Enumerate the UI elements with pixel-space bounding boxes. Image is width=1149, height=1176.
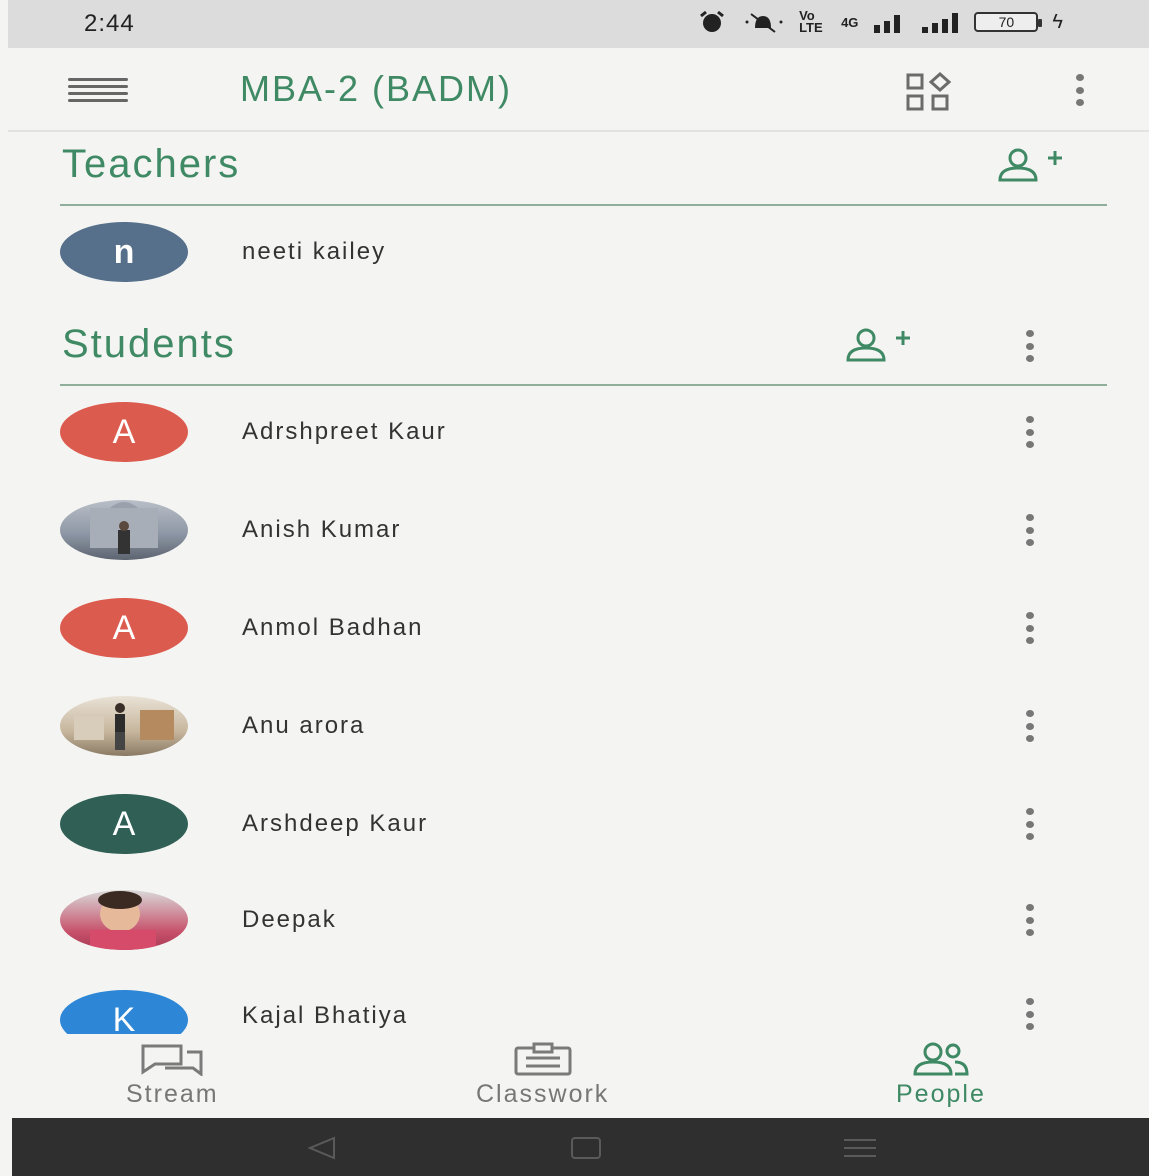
status-time: 2:44 [84,10,135,37]
battery-level: 70 [998,14,1015,30]
avatar-initial: K [112,1000,136,1035]
avatar: A [60,402,188,462]
students-more-icon[interactable] [1022,330,1038,362]
profile-photo-icon [90,502,158,554]
student-name: Arshdeep Kaur [242,810,429,837]
avatar-photo [60,500,188,560]
student-name: Deepak [242,906,337,933]
alarm-icon [700,10,724,32]
status-icons: Vo LTE 4G 70 ϟ [697,8,1063,35]
menu-icon[interactable] [68,78,128,102]
avatar-initial: n [113,232,135,271]
mute-icon [745,13,783,33]
signal-icon-2 [922,13,959,33]
student-more-icon[interactable] [1022,904,1038,936]
back-icon[interactable] [302,1134,342,1162]
tab-people[interactable]: People [896,1042,986,1109]
avatar-initial: A [112,608,136,647]
more-options-icon[interactable] [1072,74,1088,106]
list-item[interactable]: Deepak [60,884,1060,960]
tab-people-label: People [896,1080,986,1108]
students-title: Students [62,322,236,366]
list-item[interactable]: A Arshdeep Kaur [60,788,1060,864]
app-bar: MBA-2 (BADM) [8,48,1149,132]
avatar-initial: A [112,804,136,843]
signal-icon-1 [874,15,901,33]
stream-icon [141,1044,203,1076]
avatar: A [60,794,188,854]
home-icon[interactable] [566,1134,606,1162]
student-more-icon[interactable] [1022,998,1038,1030]
avatar: n [60,222,188,282]
student-name: Anmol Badhan [242,614,424,641]
students-header: Students [60,316,1107,386]
invite-teacher-icon[interactable] [992,146,1068,186]
teacher-row[interactable]: n neeti kailey [60,216,1060,292]
student-more-icon[interactable] [1022,416,1038,448]
class-apps-icon[interactable] [896,72,960,112]
avatar-photo [60,696,188,756]
list-item[interactable]: K Kajal Bhatiya [60,984,1060,1034]
list-item[interactable]: Anish Kumar [60,494,1060,570]
avatar-photo [60,890,188,950]
tab-classwork[interactable]: Classwork [476,1042,609,1109]
avatar-initial: A [112,412,136,451]
student-more-icon[interactable] [1022,514,1038,546]
teachers-header: Teachers [60,136,1107,206]
charging-icon: ϟ [1052,10,1063,33]
status-bar: 2:44 Vo LTE 4G 70 ϟ [8,0,1149,48]
tab-stream[interactable]: Stream [126,1042,219,1109]
invite-student-icon[interactable] [840,326,916,366]
battery-icon: 70 [974,12,1043,32]
list-item[interactable]: Anu arora [60,690,1060,766]
tab-classwork-label: Classwork [476,1080,610,1108]
avatar: A [60,598,188,658]
teachers-title: Teachers [62,142,241,186]
people-icon [913,1042,969,1076]
student-name: Anish Kumar [242,516,402,543]
bottom-navigation: Stream Classwork People [8,1034,1149,1118]
teacher-name: neeti kailey [242,238,387,265]
list-item[interactable]: A Anmol Badhan [60,592,1060,668]
volte-label: Vo LTE [799,8,823,35]
avatar: K [60,990,188,1034]
student-more-icon[interactable] [1022,710,1038,742]
class-title: MBA-2 (BADM) [240,68,513,109]
student-more-icon[interactable] [1022,808,1038,840]
profile-photo-icon [90,891,156,950]
student-name: Anu arora [242,712,366,739]
list-item[interactable]: A Adrshpreet Kaur [60,396,1060,472]
system-navigation-bar [12,1118,1149,1176]
student-name: Kajal Bhatiya [242,1002,409,1029]
profile-photo-icon [74,703,174,750]
tab-stream-label: Stream [126,1080,219,1108]
network-type-label: 4G [841,14,859,30]
recents-icon[interactable] [838,1134,882,1162]
student-name: Adrshpreet Kaur [242,418,447,445]
classwork-icon [514,1042,572,1076]
student-more-icon[interactable] [1022,612,1038,644]
